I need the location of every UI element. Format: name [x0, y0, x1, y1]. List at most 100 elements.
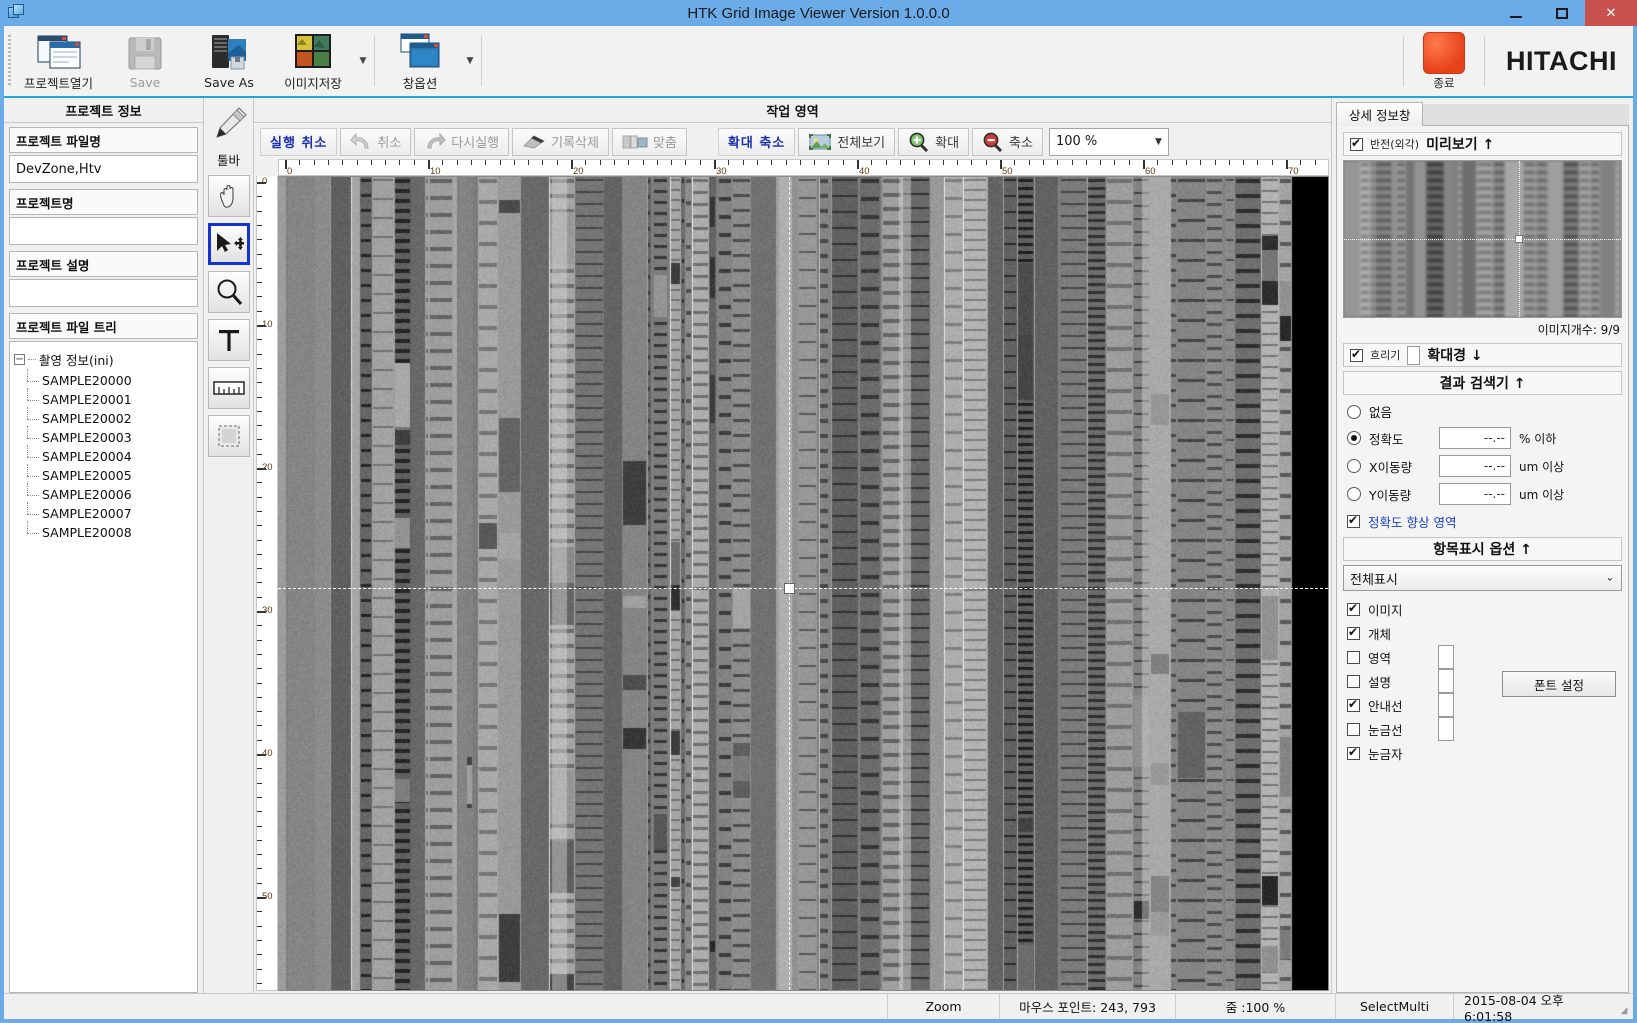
radio-accuracy[interactable]: [1347, 431, 1361, 445]
zoom-out-button[interactable]: 축소: [972, 128, 1043, 156]
opt-image-row[interactable]: 이미지: [1343, 597, 1622, 621]
opt-object-checkbox[interactable]: [1347, 627, 1360, 640]
fit-icon: [622, 134, 648, 150]
opt-desc-checkbox[interactable]: [1347, 675, 1360, 688]
resize-grip-icon[interactable]: ◢: [1615, 994, 1633, 1019]
ruler-tick: [257, 282, 262, 283]
preview-center-handle[interactable]: [1515, 235, 1523, 243]
exit-button[interactable]: 종료: [1407, 26, 1481, 96]
list-item[interactable]: SAMPLE20001: [14, 390, 193, 409]
yshift-unit: um 이상: [1519, 486, 1564, 503]
opt-guideline-checkbox[interactable]: [1347, 699, 1360, 712]
opt-guideline-color-swatch[interactable]: [1438, 693, 1454, 717]
list-item[interactable]: SAMPLE20002: [14, 409, 193, 428]
zoom-level-select[interactable]: 100 % ▼: [1049, 128, 1169, 156]
opt-gridline-color-swatch[interactable]: [1438, 717, 1454, 741]
arrow-move-icon: [214, 231, 244, 257]
opt-region-checkbox[interactable]: [1347, 651, 1360, 664]
tab-detail-info[interactable]: 상세 정보창: [1336, 102, 1423, 126]
radio-none[interactable]: [1347, 405, 1361, 419]
preview-thumbnail[interactable]: [1343, 160, 1622, 318]
opt-object-row[interactable]: 개체: [1343, 621, 1622, 645]
invert-checkbox[interactable]: [1350, 138, 1363, 151]
option-xshift-row[interactable]: X이동량 --.-- um 이상: [1343, 452, 1622, 480]
result-search-header[interactable]: 결과 검색기 ↑: [1343, 371, 1622, 395]
tree-root-label: 촬영 정보(ini): [39, 350, 114, 369]
redo-button[interactable]: 다시실행: [414, 128, 509, 156]
list-item[interactable]: SAMPLE20004: [14, 447, 193, 466]
image-save-dropdown-arrow[interactable]: ▼: [355, 26, 371, 96]
horizontal-ruler[interactable]: 0 10 20 30 40 50 60 70: [278, 159, 1329, 176]
yshift-input[interactable]: --.--: [1439, 483, 1511, 505]
ruler-tick: [257, 954, 262, 955]
list-item[interactable]: SAMPLE20007: [14, 504, 193, 523]
image-canvas[interactable]: [278, 176, 1329, 991]
ruler-tick: [257, 797, 262, 798]
enhance-region-row[interactable]: 정확도 향상 영역: [1343, 508, 1622, 537]
image-save-button[interactable]: 이미지저장: [271, 26, 355, 96]
list-item[interactable]: SAMPLE20003: [14, 428, 193, 447]
ruler-tick: [257, 211, 262, 212]
xshift-input[interactable]: --.--: [1439, 455, 1511, 477]
tree-item-label: SAMPLE20000: [42, 373, 132, 388]
open-project-button[interactable]: 프로젝트열기: [14, 26, 103, 96]
opt-region-row[interactable]: 영역: [1343, 645, 1622, 669]
project-filename-value[interactable]: DevZone,Htv: [9, 155, 198, 183]
project-name-value[interactable]: [9, 217, 198, 245]
tree-root-node[interactable]: − 촬영 정보(ini): [14, 348, 193, 371]
measure-tool[interactable]: [208, 367, 250, 409]
blur-checkbox[interactable]: [1350, 349, 1363, 362]
fit-button[interactable]: 맞춤: [612, 128, 687, 156]
hand-tool[interactable]: [208, 175, 250, 217]
option-none-row[interactable]: 없음: [1343, 399, 1622, 424]
text-tool[interactable]: [208, 319, 250, 361]
undo-button[interactable]: 취소: [340, 128, 411, 156]
magnifier-icon: [214, 277, 244, 307]
zoom-tool[interactable]: [208, 271, 250, 313]
magnifier-title[interactable]: 확대경 ↓: [1427, 345, 1482, 365]
opt-image-checkbox[interactable]: [1347, 603, 1360, 616]
enhance-region-checkbox[interactable]: [1347, 515, 1360, 528]
font-settings-button[interactable]: 폰트 설정: [1502, 671, 1616, 697]
accuracy-input[interactable]: --.--: [1439, 427, 1511, 449]
tree-elbow-icon: [24, 451, 42, 463]
opt-ruler-checkbox[interactable]: [1347, 747, 1360, 760]
opt-gridline-checkbox[interactable]: [1347, 723, 1360, 736]
ruler-tick: [257, 683, 262, 684]
option-yshift-row[interactable]: Y이동량 --.-- um 이상: [1343, 480, 1622, 508]
project-file-tree[interactable]: − 촬영 정보(ini) SAMPLE20000 SAMPLE20001 SAM…: [9, 341, 198, 993]
display-options-header[interactable]: 항목표시 옵션 ↑: [1343, 537, 1622, 561]
window-options-dropdown-arrow[interactable]: ▼: [462, 26, 478, 96]
save-button[interactable]: Save: [103, 26, 187, 96]
clear-history-button[interactable]: 기록삭제: [512, 128, 609, 156]
opt-gridline-row[interactable]: 눈금선: [1343, 717, 1622, 741]
option-accuracy-row[interactable]: 정확도 --.-- % 이하: [1343, 424, 1622, 452]
ruler-tick: [1114, 160, 1115, 165]
ruler-tick: [257, 482, 262, 483]
select-move-tool[interactable]: [208, 223, 250, 265]
hitachi-logo: HITACHI: [1488, 26, 1633, 96]
clear-history-label: 기록삭제: [551, 132, 599, 151]
list-item[interactable]: SAMPLE20000: [14, 371, 193, 390]
opt-ruler-row[interactable]: 눈금자: [1343, 741, 1622, 765]
display-mode-select[interactable]: 전체표시 ⌄: [1343, 565, 1622, 591]
tree-toggle-icon[interactable]: −: [14, 354, 25, 365]
list-item[interactable]: SAMPLE20005: [14, 466, 193, 485]
magnifier-checkbox[interactable]: [1407, 346, 1420, 365]
radio-xshift[interactable]: [1347, 459, 1361, 473]
zoom-in-button[interactable]: 확대: [898, 128, 969, 156]
opt-region-color-swatch[interactable]: [1438, 645, 1454, 669]
list-item[interactable]: SAMPLE20006: [14, 485, 193, 504]
opt-desc-color-swatch[interactable]: [1438, 669, 1454, 693]
save-as-button[interactable]: Save As: [187, 26, 271, 96]
window-options-button[interactable]: 창옵션: [378, 26, 462, 96]
center-handle[interactable]: [784, 583, 795, 594]
vertical-ruler[interactable]: 0 10 20 30 40 50: [256, 176, 278, 991]
save-label: Save: [130, 75, 161, 90]
list-item[interactable]: SAMPLE20008: [14, 523, 193, 542]
radio-yshift[interactable]: [1347, 487, 1361, 501]
project-desc-value[interactable]: [9, 279, 198, 307]
preview-title[interactable]: 미리보기 ↑: [1426, 134, 1494, 154]
fit-image-button[interactable]: 전체보기: [798, 128, 895, 156]
region-tool[interactable]: [208, 415, 250, 457]
